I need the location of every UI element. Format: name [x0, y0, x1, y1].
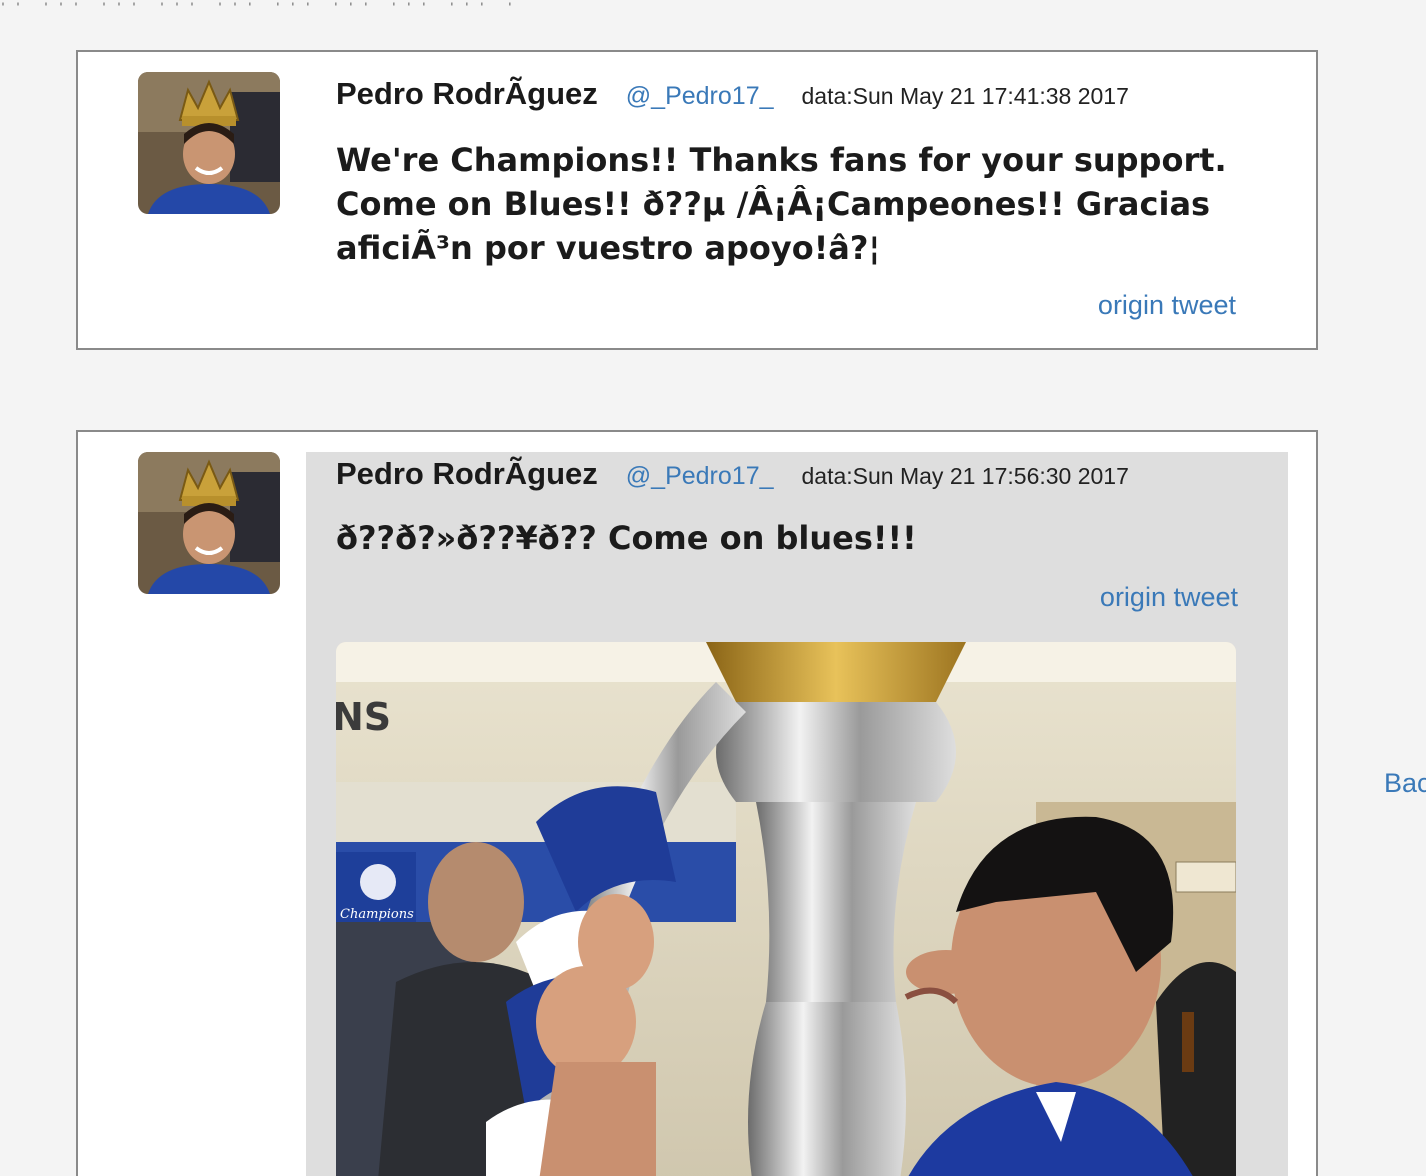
tweet-text: We're Champions!! Thanks fans for your s… [336, 141, 1227, 267]
avatar[interactable] [138, 452, 280, 594]
back-link[interactable]: Bac [1384, 768, 1426, 799]
photo-banner-text: Champions [340, 907, 414, 922]
origin-tweet-link[interactable]: origin tweet [1100, 582, 1238, 613]
tweet-card: Pedro RodrÃguez @_Pedro17_ data:Sun May … [76, 430, 1318, 1176]
user-handle[interactable]: @_Pedro17_ [626, 462, 774, 491]
tweet-meta: Pedro RodrÃguez @_Pedro17_ data:Sun May … [336, 76, 1129, 116]
photo-sign-text: NS [336, 695, 391, 739]
tweet-inner: Pedro RodrÃguez @_Pedro17_ data:Sun May … [336, 452, 1238, 1176]
tweet-content: Pedro RodrÃguez @_Pedro17_ data:Sun May … [336, 52, 1236, 348]
tweet-card: Pedro RodrÃguez @_Pedro17_ data:Sun May … [76, 50, 1318, 350]
user-name[interactable]: Pedro RodrÃguez [336, 76, 598, 112]
user-name[interactable]: Pedro RodrÃguez [336, 456, 598, 492]
tweet-meta: Pedro RodrÃguez @_Pedro17_ data:Sun May … [336, 456, 1129, 496]
origin-tweet-link[interactable]: origin tweet [1098, 290, 1236, 321]
tweet-date: data:Sun May 21 17:56:30 2017 [801, 463, 1129, 489]
tweet-photo[interactable]: NS Champions [336, 642, 1236, 1176]
previous-content-fragment: ˌ ˌ ʻ ˌ ˌ ˌ ʻ ˌ ˌ ˌ ʻ ˌ ˌ ˌ ʻ ˌ ˌ ˌ ʻ ˌ … [0, 0, 1426, 6]
tweet-text: ð??ð?»ð??¥ð?? Come on blues!!! [336, 519, 917, 557]
tweet-date: data:Sun May 21 17:41:38 2017 [801, 83, 1129, 109]
user-handle[interactable]: @_Pedro17_ [626, 82, 774, 111]
tweet-content-highlighted: Pedro RodrÃguez @_Pedro17_ data:Sun May … [306, 452, 1288, 1176]
avatar[interactable] [138, 72, 280, 214]
page: ˌ ˌ ʻ ˌ ˌ ˌ ʻ ˌ ˌ ˌ ʻ ˌ ˌ ˌ ʻ ˌ ˌ ˌ ʻ ˌ … [0, 0, 1426, 1176]
